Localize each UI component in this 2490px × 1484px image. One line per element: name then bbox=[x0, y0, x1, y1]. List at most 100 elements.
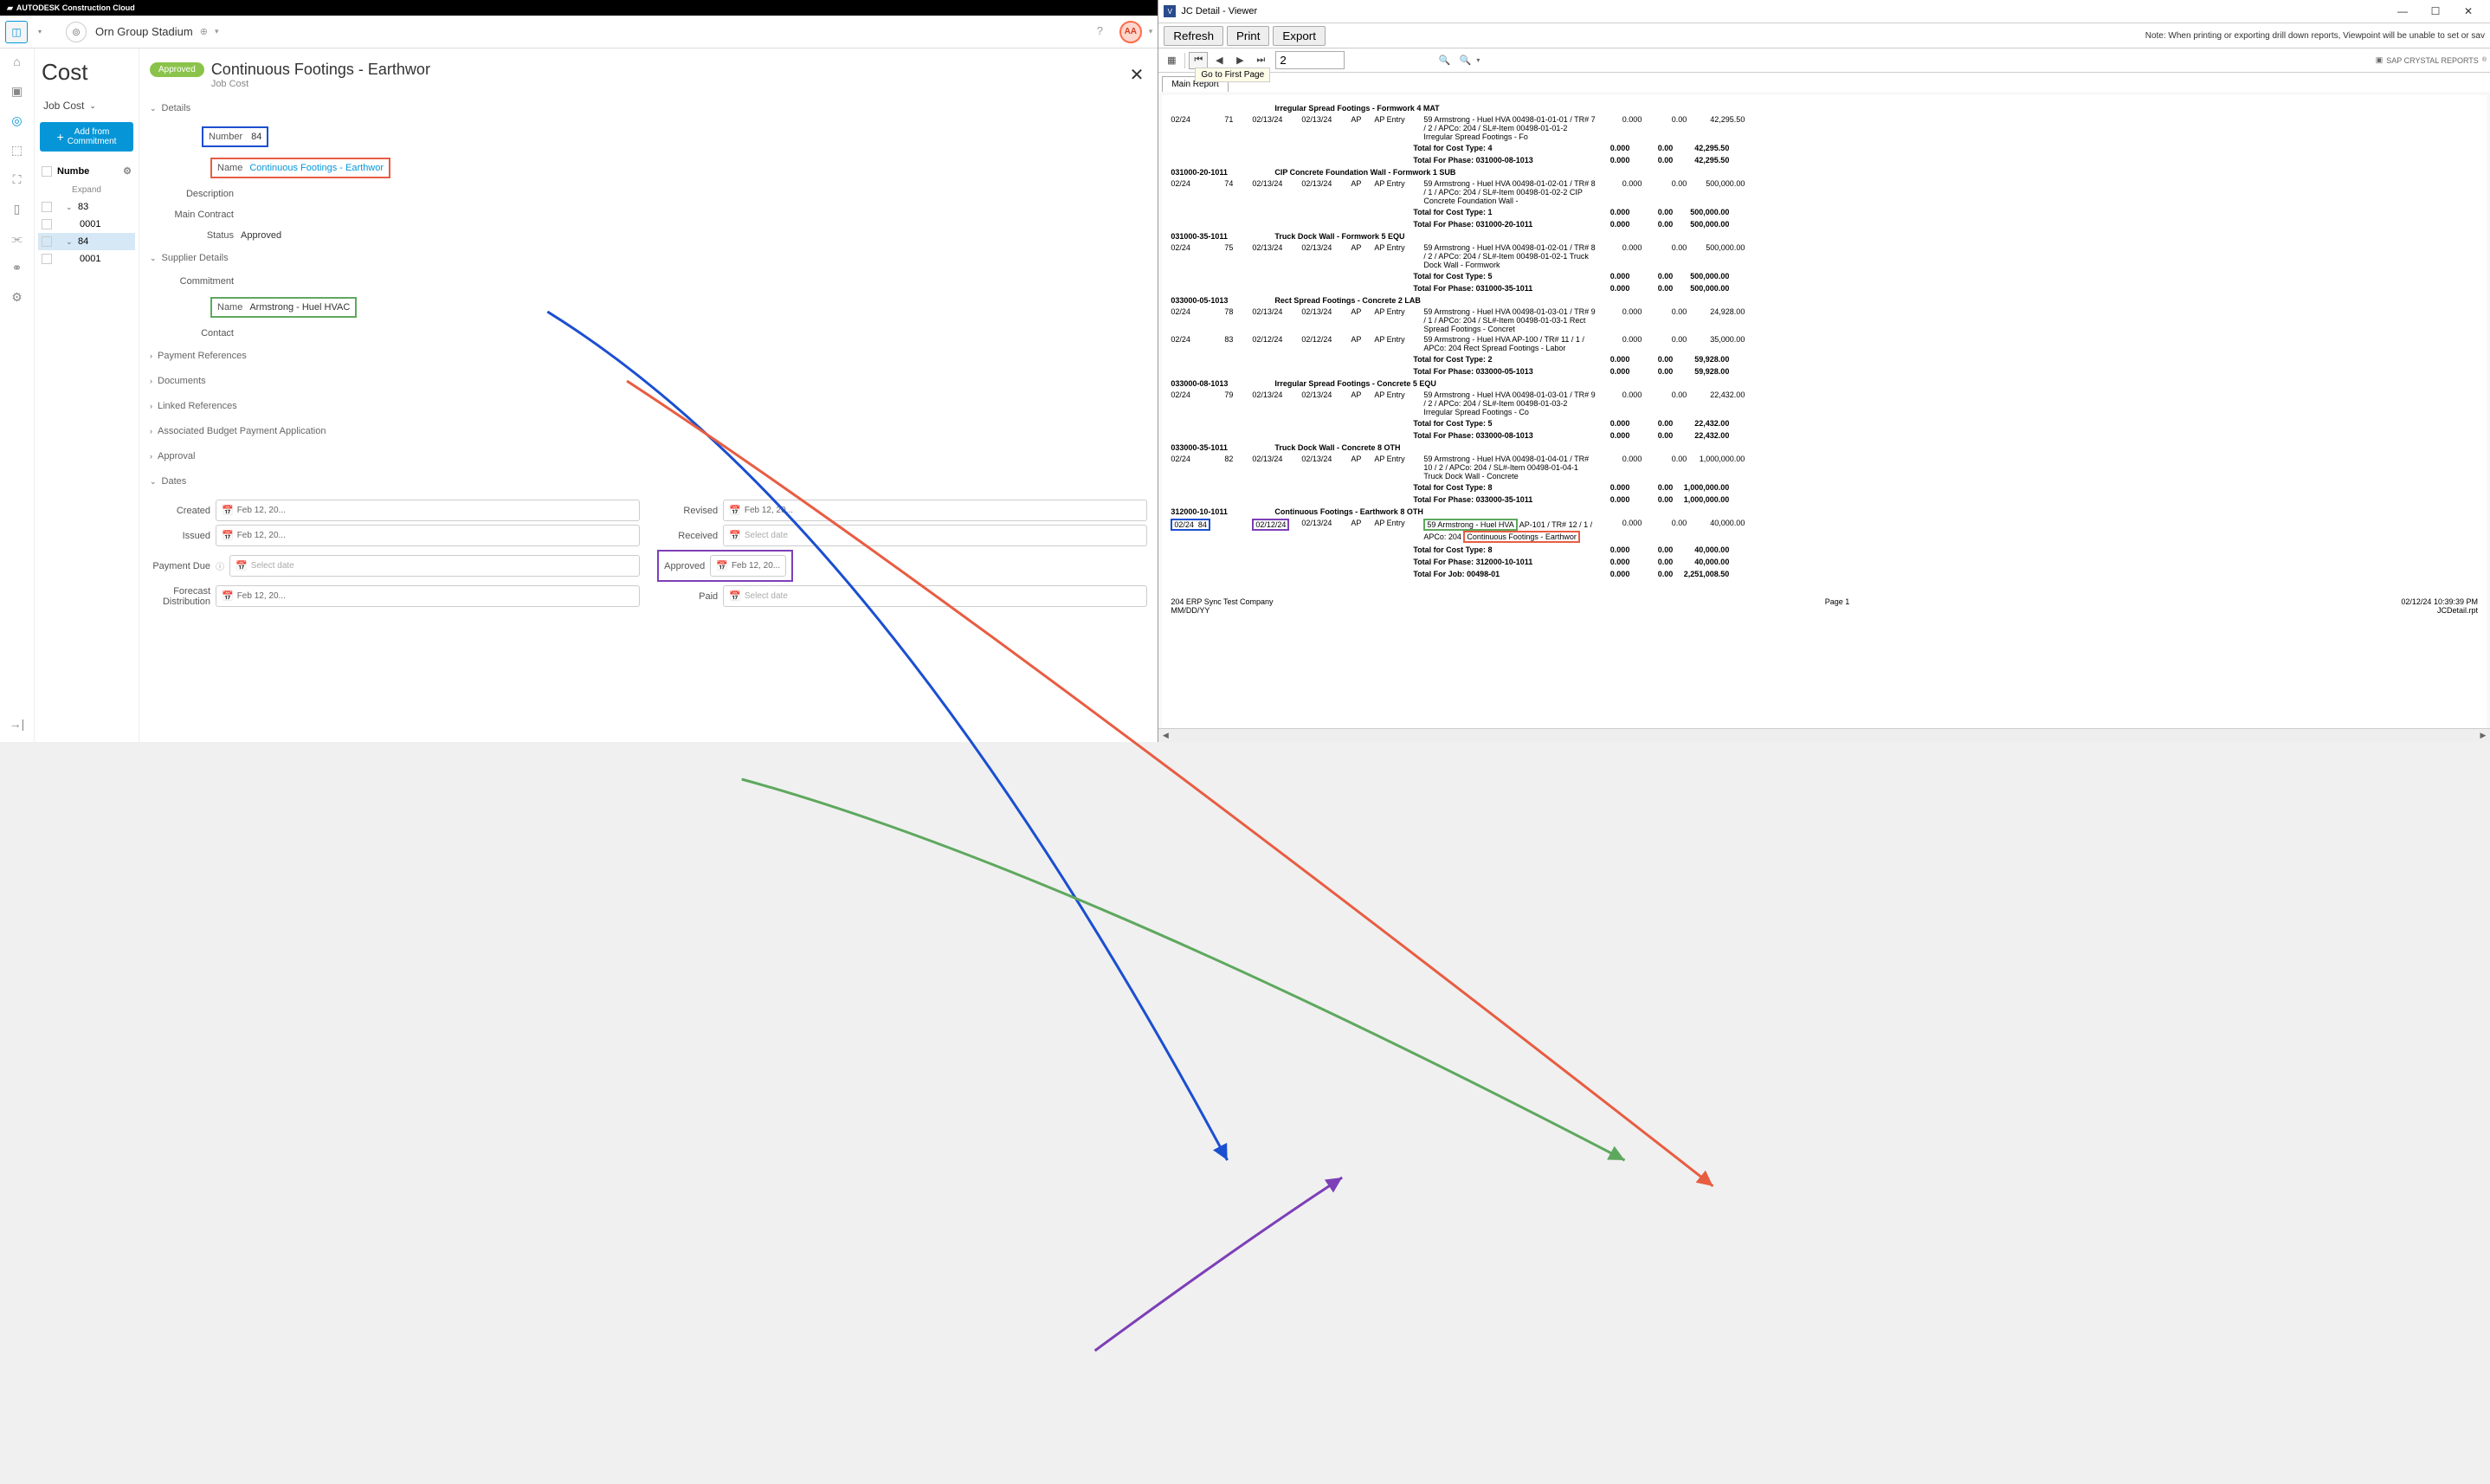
settings-icon[interactable]: ⚙ bbox=[8, 287, 27, 306]
close-icon[interactable]: ✕ bbox=[2452, 2, 2485, 21]
supplier-name-label: Name bbox=[217, 302, 242, 313]
payment-due-input[interactable]: 📅Select date bbox=[229, 555, 640, 577]
number-value: 84 bbox=[251, 132, 261, 142]
collapse-icon[interactable]: →| bbox=[8, 714, 27, 733]
cost-column: Cost Job Cost ⌄ + Add fromCommitment Num… bbox=[35, 48, 139, 742]
binoculars-icon[interactable]: ⛶ bbox=[8, 170, 27, 189]
page-input[interactable] bbox=[1275, 51, 1345, 69]
app-brand-bar: ▰ AUTODESK Construction Cloud bbox=[0, 0, 1158, 16]
tree-row-84-child[interactable]: 0001 bbox=[38, 250, 135, 268]
report-entry-row: 02/248202/13/2402/13/24APAP Entry 59 Arm… bbox=[1171, 454, 2478, 481]
chat-icon[interactable]: ◎ bbox=[8, 111, 27, 130]
calendar-icon: 📅 bbox=[729, 590, 741, 602]
scroll-right-icon[interactable]: ▶ bbox=[2476, 731, 2490, 740]
viewer-navbar: ▦ ⏮ ◀ ▶ ⏭ 🔍 🔍 ▾ ▣SAP CRYSTAL REPORTS® Go… bbox=[1158, 48, 2490, 73]
globe-icon[interactable]: ⊚ bbox=[66, 22, 87, 42]
link-icon[interactable]: ⫘ bbox=[8, 229, 27, 248]
report-area[interactable]: Irregular Spread Footings - Formwork 4 M… bbox=[1158, 92, 2490, 728]
section-linked-refs[interactable]: ›Linked References bbox=[150, 394, 1147, 419]
row-checkbox[interactable] bbox=[42, 254, 52, 264]
horizontal-scrollbar[interactable]: ◀ ▶ bbox=[1158, 728, 2490, 742]
report-phase-row: 033000-08-1013Irregular Spread Footings … bbox=[1171, 377, 2478, 390]
top-toolbar: ◫ ▾ ⊚ Orn Group Stadium ⊕ ▾ ? AA ▾ bbox=[0, 16, 1158, 48]
received-label: Received bbox=[657, 531, 718, 541]
section-documents[interactable]: ›Documents bbox=[150, 369, 1147, 394]
scroll-left-icon[interactable]: ◀ bbox=[1158, 731, 1172, 740]
description-label: Description bbox=[150, 189, 241, 199]
layout-icon[interactable]: ◫ bbox=[5, 21, 28, 43]
chevron-down-icon: ⌄ bbox=[150, 254, 157, 263]
camera-icon[interactable]: ▣ bbox=[8, 81, 27, 100]
home-icon[interactable]: ⌂ bbox=[8, 52, 27, 71]
issued-input[interactable]: 📅Feb 12, 20... bbox=[216, 525, 640, 546]
chevron-right-icon: › bbox=[150, 427, 152, 436]
refresh-button[interactable]: Refresh bbox=[1164, 26, 1223, 46]
chevron-down-icon: ⌄ bbox=[89, 101, 96, 111]
section-dates[interactable]: ⌄Dates bbox=[150, 469, 1147, 494]
report-entry-row: 02/247802/13/2402/13/24APAP Entry 59 Arm… bbox=[1171, 306, 2478, 334]
section-approval[interactable]: ›Approval bbox=[150, 444, 1147, 469]
box-icon[interactable]: ⬚ bbox=[8, 140, 27, 159]
approved-label: Approved bbox=[664, 561, 705, 571]
report-total-row: Total For Phase: 031000-35-1011 0.0000.0… bbox=[1171, 282, 2478, 294]
export-button[interactable]: Export bbox=[1273, 26, 1326, 46]
page-title: Cost bbox=[38, 55, 135, 96]
chevron-down-icon[interactable]: ⌄ bbox=[66, 237, 74, 247]
row-checkbox[interactable] bbox=[42, 236, 52, 247]
prev-page-icon[interactable]: ◀ bbox=[1210, 52, 1229, 69]
approved-date-highlight: Approved 📅Feb 12, 20... bbox=[657, 550, 793, 582]
last-page-icon[interactable]: ⏭ bbox=[1251, 52, 1270, 69]
zoom-dropdown-icon[interactable]: ▾ bbox=[1476, 56, 1480, 64]
created-input[interactable]: 📅Feb 12, 20... bbox=[216, 500, 640, 521]
revised-input[interactable]: 📅Feb 12, 20... bbox=[723, 500, 1147, 521]
status-badge: Approved bbox=[150, 62, 204, 77]
status-label: Status bbox=[150, 230, 241, 241]
approved-input[interactable]: 📅Feb 12, 20... bbox=[710, 555, 786, 577]
calendar-icon: 📅 bbox=[729, 530, 741, 541]
project-dropdown-icon[interactable]: ▾ bbox=[215, 27, 219, 36]
first-page-icon[interactable]: ⏮ bbox=[1189, 52, 1208, 69]
expand-link[interactable]: Expand bbox=[38, 182, 135, 198]
minimize-icon[interactable]: — bbox=[2386, 2, 2419, 21]
section-supplier[interactable]: ⌄ Supplier Details bbox=[150, 246, 1147, 271]
received-input[interactable]: 📅Select date bbox=[723, 525, 1147, 546]
add-from-commitment-button[interactable]: + Add fromCommitment bbox=[40, 122, 133, 152]
people-icon[interactable]: ⚭ bbox=[8, 258, 27, 277]
calendar-icon: 📅 bbox=[222, 590, 234, 602]
tree-toggle-icon[interactable]: ▦ bbox=[1162, 52, 1181, 69]
zoom-icon[interactable]: 🔍 bbox=[1455, 52, 1474, 69]
avatar-dropdown-icon[interactable]: ▾ bbox=[1149, 27, 1153, 36]
row-checkbox[interactable] bbox=[42, 202, 52, 212]
tree-row-83-child[interactable]: 0001 bbox=[38, 216, 135, 233]
chevron-down-icon[interactable]: ⌄ bbox=[66, 203, 74, 212]
maximize-icon[interactable]: ☐ bbox=[2419, 2, 2452, 21]
name-value[interactable]: Continuous Footings - Earthwor bbox=[249, 163, 384, 173]
next-page-icon[interactable]: ▶ bbox=[1230, 52, 1249, 69]
supplier-name-value: Armstrong - Huel HVAC bbox=[249, 302, 350, 313]
gear-icon[interactable]: ⚙ bbox=[123, 165, 132, 177]
report-entry-row: 02/248302/12/2402/12/24APAP Entry 59 Arm… bbox=[1171, 334, 2478, 353]
tree-row-83[interactable]: ⌄ 83 bbox=[38, 198, 135, 216]
help-icon[interactable]: ? bbox=[1097, 24, 1113, 40]
forecast-input[interactable]: 📅Feb 12, 20... bbox=[216, 585, 640, 607]
number-label: Number bbox=[209, 132, 242, 142]
report-total-row: Total For Phase: 312000-10-1011 0.0000.0… bbox=[1171, 556, 2478, 568]
file-icon[interactable]: ▯ bbox=[8, 199, 27, 218]
detail-panel: Approved Continuous Footings - Earthwor … bbox=[139, 48, 1158, 742]
status-value: Approved bbox=[241, 230, 281, 241]
layout-dropdown-icon[interactable]: ▾ bbox=[35, 28, 45, 35]
report-total-row: Total for Cost Type: 1 0.0000.00500,000.… bbox=[1171, 206, 2478, 218]
section-assoc-budget[interactable]: ›Associated Budget Payment Application bbox=[150, 419, 1147, 444]
select-all-checkbox[interactable] bbox=[42, 166, 52, 177]
avatar[interactable]: AA bbox=[1119, 21, 1142, 43]
jobcost-dropdown[interactable]: Job Cost ⌄ bbox=[38, 96, 135, 115]
tree-row-84[interactable]: ⌄ 84 bbox=[38, 233, 135, 250]
project-name[interactable]: Orn Group Stadium bbox=[95, 25, 193, 38]
search-icon[interactable]: 🔍 bbox=[1435, 52, 1454, 69]
section-details[interactable]: ⌄ Details bbox=[150, 96, 1147, 121]
close-icon[interactable]: ✕ bbox=[1126, 61, 1148, 89]
row-checkbox[interactable] bbox=[42, 219, 52, 229]
print-button[interactable]: Print bbox=[1227, 26, 1269, 46]
paid-input[interactable]: 📅Select date bbox=[723, 585, 1147, 607]
section-payment-refs[interactable]: ›Payment References bbox=[150, 344, 1147, 369]
